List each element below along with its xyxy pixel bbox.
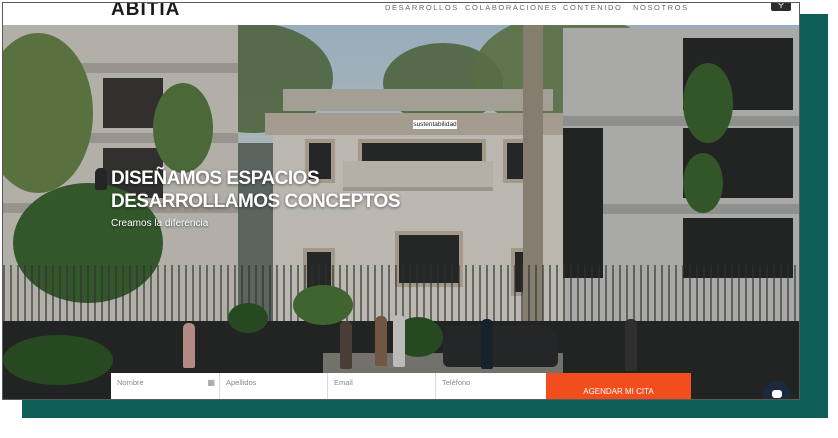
appointment-form: Nombre ▦ Apellidos Email Teléfono AGENDA… (111, 373, 691, 399)
nav-colaboraciones[interactable]: COLABORACIONES (465, 3, 558, 13)
chat-icon (772, 390, 782, 398)
agendar-cita-button[interactable]: AGENDAR MI CITA (546, 373, 691, 399)
nav-nosotros[interactable]: NOSOTROS (633, 3, 689, 13)
telefono-field[interactable]: Teléfono (436, 373, 547, 399)
apellidos-placeholder: Apellidos (226, 378, 257, 387)
hero-title-line-2: DESARROLLAMOS CONCEPTOS (111, 191, 401, 212)
email-field[interactable]: Email (328, 373, 436, 399)
site-header: ABITIA DESARROLLOS COLABORACIONES CONTEN… (3, 3, 799, 25)
nav-desarrollos[interactable]: DESARROLLOS (385, 3, 459, 13)
email-placeholder: Email (334, 378, 353, 387)
nav-contenido[interactable]: CONTENIDO (563, 3, 622, 13)
sustentabilidad-tag: sustentabilidad (413, 120, 457, 129)
search-button[interactable]: ⚲ (771, 2, 791, 11)
browser-viewport: ABITIA DESARROLLOS COLABORACIONES CONTEN… (2, 2, 800, 400)
search-icon: ⚲ (777, 2, 785, 9)
contact-card-icon: ▦ (207, 378, 215, 387)
apellidos-field[interactable]: Apellidos (220, 373, 328, 399)
hero-title-line-1: DISEÑAMOS ESPACIOS (111, 168, 320, 189)
nombre-field[interactable]: Nombre ▦ (111, 373, 220, 399)
hero-title: DISEÑAMOS ESPACIOS DESARROLLAMOS CONCEPT… (111, 167, 401, 213)
hero-subtitle: Creamos la diferencia (111, 218, 209, 229)
site-logo[interactable]: ABITIA (111, 3, 180, 21)
nombre-placeholder: Nombre (117, 378, 144, 387)
telefono-placeholder: Teléfono (442, 378, 471, 387)
